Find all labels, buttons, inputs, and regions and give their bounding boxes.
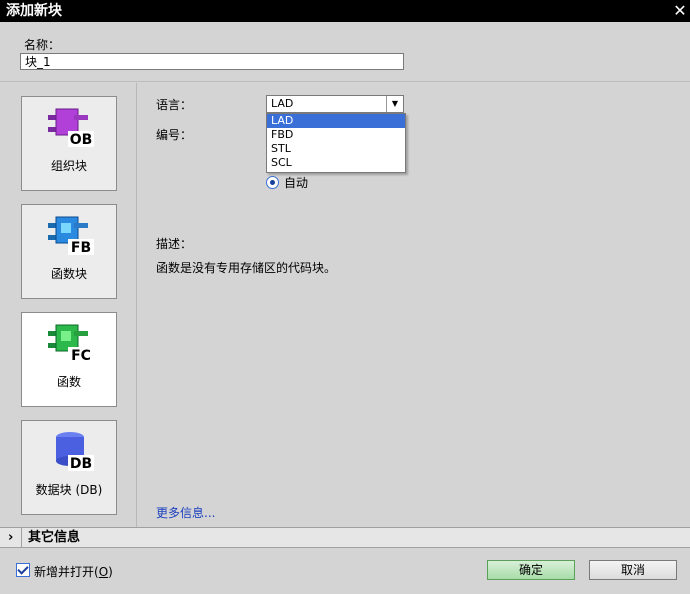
description-label: 描述： [156,237,193,251]
block-label-fc: 函数 [56,375,81,389]
block-type-fb-button[interactable]: FB 函数块 [21,204,117,299]
db-badge: DB [70,456,92,472]
language-option-scl[interactable]: SCL [267,156,405,170]
language-select[interactable]: LAD ▼ [266,95,404,113]
description-text: 函数是没有专用存储区的代码块。 [156,261,337,275]
fc-block-icon: FC [48,324,94,364]
chevron-down-icon[interactable]: ▼ [386,96,403,112]
additional-info-label: 其它信息 [28,530,81,545]
name-section: 名称： [0,22,690,82]
fb-block-icon: FB [48,216,94,256]
auto-label: 自动 [284,176,309,190]
block-type-ob-button[interactable]: OB 组织块 [21,96,117,191]
ob-block-icon: OB [48,108,94,148]
db-block-icon: DB [56,432,94,472]
section-separator [21,528,22,547]
name-label: 名称： [24,38,61,52]
block-type-fc-button[interactable]: FC 函数 [21,312,117,407]
number-label: 编号： [156,128,193,142]
block-label-ob: 组织块 [50,159,87,173]
fc-badge: FC [71,348,91,364]
additional-info-section[interactable]: › 其它信息 [0,527,690,548]
block-type-db-button[interactable]: DB 数据块 (DB) [21,420,117,515]
more-info-link[interactable]: 更多信息... [156,504,215,521]
ob-badge: OB [70,132,93,148]
language-label: 语言： [156,98,193,112]
ok-button[interactable]: 确定 [487,560,575,580]
add-open-suffix: ) [108,565,113,579]
fb-badge: FB [71,240,91,256]
language-option-stl[interactable]: STL [267,142,405,156]
block-label-fb: 函数块 [50,267,87,281]
language-option-fbd[interactable]: FBD [267,128,405,142]
add-open-label: 新增并打开(O) [34,563,113,580]
block-label-db: 数据块 (DB) [35,483,103,497]
title-bar: 添加新块 ✕ [0,0,690,22]
language-option-lad[interactable]: LAD [267,114,405,128]
add-open-text: 新增并打开( [34,565,99,579]
language-value: LAD [271,97,294,110]
cancel-button[interactable]: 取消 [589,560,677,580]
window-title: 添加新块 [6,3,62,19]
language-dropdown: LAD FBD STL SCL [266,113,406,173]
main-area: OB 组织块 FB 函数块 FC 函数 DB 数据块 (DB) 语言： LAD … [0,83,690,527]
add-open-key: O [98,565,109,579]
footer: 新增并打开(O) 确定 取消 [0,549,690,594]
close-icon[interactable]: ✕ [670,2,690,20]
chevron-right-icon[interactable]: › [8,528,13,547]
name-input[interactable] [20,53,404,70]
add-open-checkbox[interactable] [16,563,30,577]
auto-radio[interactable] [266,176,279,189]
sidebar-divider [136,83,137,527]
auto-radio-row[interactable]: 自动 [266,174,308,191]
